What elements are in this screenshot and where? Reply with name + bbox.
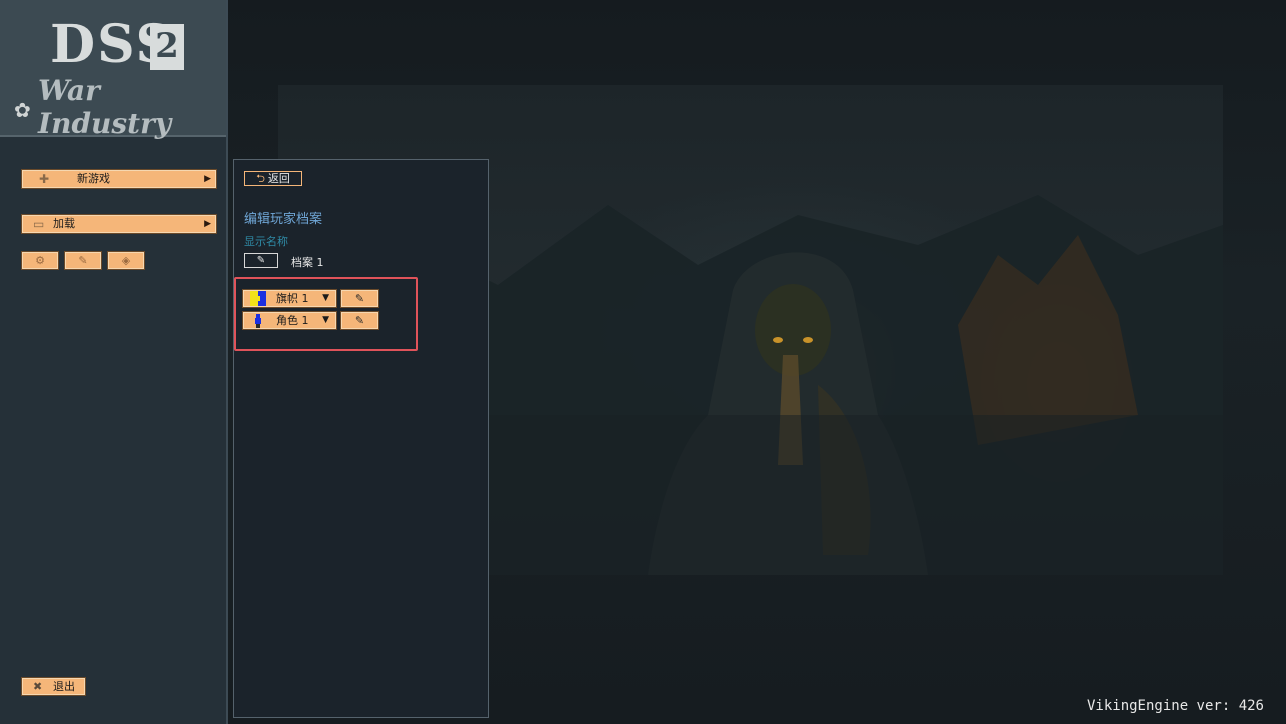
diamond-icon: ◈ — [121, 254, 131, 267]
edit-button[interactable]: ✎ — [65, 252, 101, 269]
panel-title: 编辑玩家档案 — [244, 212, 323, 227]
arrow-right-icon: ▶ — [204, 174, 211, 184]
return-arrow-icon: ⮌ — [256, 172, 265, 185]
info-button[interactable]: ◈ — [108, 252, 144, 269]
settings-button[interactable]: ⚙ — [22, 252, 58, 269]
arrow-right-icon: ▶ — [204, 219, 211, 229]
highlight-box — [234, 277, 418, 351]
folder-icon: ▭ — [33, 217, 45, 231]
display-name-value: 档案 1 — [291, 256, 324, 269]
logo-edition-badge: 2 — [150, 24, 184, 70]
new-game-label: 新游戏 — [77, 172, 110, 185]
sidebar: DSS 2 War Industry ✿ ✚ 新游戏 ▶ ▭ 加载 ▶ ⚙ ✎ … — [0, 0, 228, 724]
pencil-icon: ✎ — [256, 255, 266, 266]
gear-icon: ⚙ — [35, 254, 45, 267]
plus-icon: ✚ — [39, 172, 50, 186]
back-label: 返回 — [267, 172, 290, 185]
exit-button[interactable]: ✖ 退出 — [22, 678, 85, 695]
new-game-button[interactable]: ✚ 新游戏 ▶ — [22, 170, 216, 188]
pencil-icon: ✎ — [78, 254, 88, 267]
display-name-label: 显示名称 — [244, 235, 288, 248]
profile-edit-panel: ⮌ 返回 编辑玩家档案 显示名称 ✎ 档案 1 旗帜 1 ▼ ✎ 角色 1 ▼ ✎ — [233, 159, 489, 718]
exit-label: 退出 — [53, 680, 75, 693]
back-button[interactable]: ⮌ 返回 — [244, 171, 302, 186]
close-icon: ✖ — [33, 680, 43, 693]
logo-subtitle: War Industry — [38, 74, 172, 140]
load-button[interactable]: ▭ 加载 ▶ — [22, 215, 216, 233]
version-label: VikingEngine ver: 426 — [1086, 698, 1264, 714]
game-logo: DSS 2 War Industry ✿ — [0, 0, 226, 140]
load-label: 加载 — [53, 217, 75, 230]
flower-icon: ✿ — [14, 98, 31, 122]
display-name-edit-button[interactable]: ✎ — [244, 253, 278, 268]
